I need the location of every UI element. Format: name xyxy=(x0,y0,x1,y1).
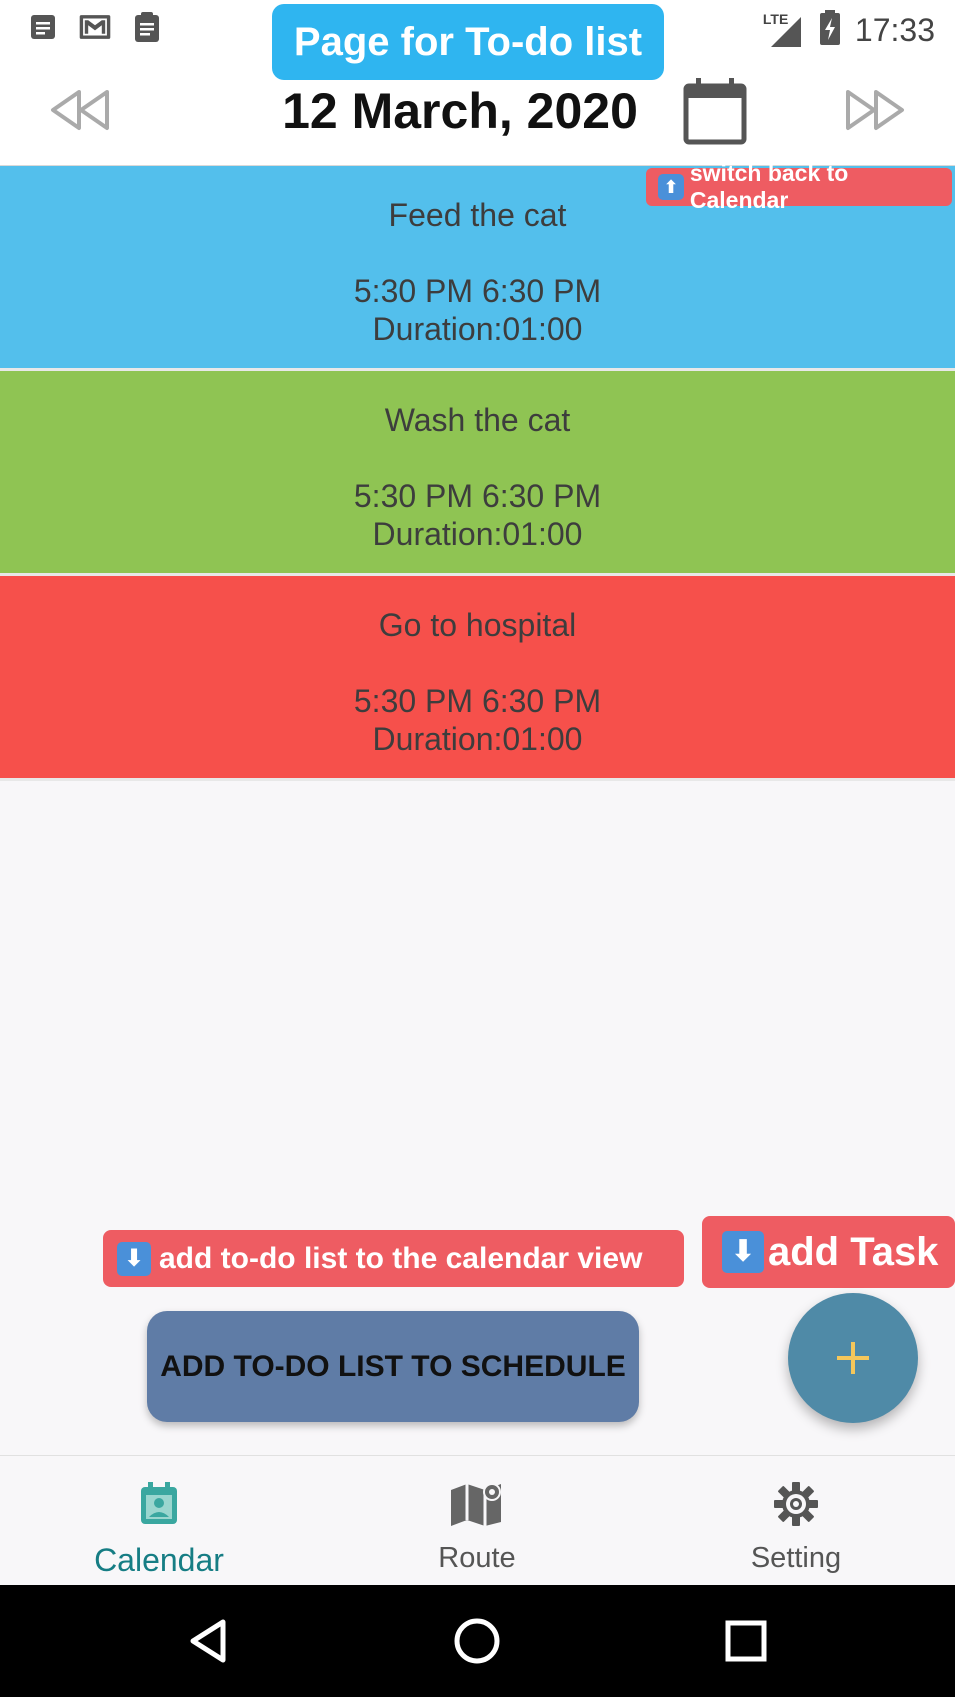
notification-icons xyxy=(26,10,164,44)
plus-icon xyxy=(837,1342,869,1374)
network-label: LTE xyxy=(762,10,789,27)
mail-icon xyxy=(78,10,112,44)
task-duration: Duration:01:00 xyxy=(372,516,583,552)
down-arrow-icon: ⬇ xyxy=(117,1241,151,1276)
nav-setting[interactable]: Setting xyxy=(637,1456,955,1586)
battery-icon xyxy=(819,10,841,51)
add-task-label: add Task xyxy=(768,1229,939,1274)
gear-icon xyxy=(766,1476,826,1532)
up-arrow-icon: ⬆ xyxy=(658,174,684,200)
header: LTE 17:33 Page for To-do list 12 March, … xyxy=(0,0,955,166)
next-day-button[interactable] xyxy=(840,82,910,138)
map-icon xyxy=(447,1476,507,1532)
switch-back-label: switch back to Calendar xyxy=(689,160,849,213)
task-time: 5:30 PM 6:30 PM xyxy=(353,478,602,514)
home-circle-icon xyxy=(454,1618,500,1664)
task-name: Wash the cat xyxy=(384,402,571,438)
add-to-schedule-button[interactable]: ADD TO-DO LIST TO SCHEDULE xyxy=(147,1311,639,1422)
task-duration: Duration:01:00 xyxy=(372,311,583,347)
nav-calendar-label: Calendar xyxy=(94,1542,224,1578)
app-screen: LTE 17:33 Page for To-do list 12 March, … xyxy=(0,0,955,1697)
task-time: 5:30 PM 6:30 PM xyxy=(353,273,602,309)
task-list: Feed the cat 5:30 PM 6:30 PM Duration:01… xyxy=(0,166,955,781)
add-list-label: add to-do list to the calendar view xyxy=(159,1241,643,1275)
clock: 17:33 xyxy=(854,12,935,48)
notes-icon xyxy=(26,10,60,44)
task-duration: Duration:01:00 xyxy=(372,721,583,757)
rewind-icon xyxy=(51,90,109,130)
previous-day-button[interactable] xyxy=(45,82,115,138)
back-button[interactable] xyxy=(178,1611,238,1671)
switch-back-annotation: ⬆ switch back to Calendar xyxy=(646,160,952,213)
task-name: Go to hospital xyxy=(378,607,577,643)
calendar-icon xyxy=(683,78,747,145)
recents-square-icon xyxy=(725,1620,767,1662)
task-item[interactable]: Go to hospital 5:30 PM 6:30 PM Duration:… xyxy=(0,576,955,781)
task-name: Feed the cat xyxy=(388,197,567,233)
task-time: 5:30 PM 6:30 PM xyxy=(353,683,602,719)
add-list-annotation: ⬇ add to-do list to the calendar view xyxy=(103,1230,684,1287)
nav-calendar[interactable]: Calendar xyxy=(0,1456,318,1586)
calendar-picker-button[interactable] xyxy=(682,76,748,146)
system-status: LTE 17:33 xyxy=(763,10,935,51)
fast-forward-icon xyxy=(846,90,904,130)
system-navigation-bar xyxy=(0,1585,955,1697)
page-title-badge: Page for To-do list xyxy=(272,4,664,80)
calendar-person-icon xyxy=(129,1476,189,1532)
add-task-button[interactable] xyxy=(788,1293,918,1423)
bottom-navigation: Calendar Route Setting xyxy=(0,1455,955,1585)
down-arrow-icon: ⬇ xyxy=(722,1231,764,1273)
recents-button[interactable] xyxy=(716,1611,776,1671)
add-task-annotation: ⬇ add Task xyxy=(702,1216,955,1288)
back-triangle-icon xyxy=(190,1619,226,1663)
home-button[interactable] xyxy=(447,1611,507,1671)
nav-setting-label: Setting xyxy=(750,1542,842,1574)
task-item[interactable]: Wash the cat 5:30 PM 6:30 PM Duration:01… xyxy=(0,371,955,576)
clipboard-icon xyxy=(130,10,164,44)
lte-signal-icon: LTE xyxy=(762,10,805,49)
current-date: 12 March, 2020 xyxy=(282,83,638,139)
nav-route[interactable]: Route xyxy=(318,1456,636,1586)
nav-route-label: Route xyxy=(438,1542,516,1574)
